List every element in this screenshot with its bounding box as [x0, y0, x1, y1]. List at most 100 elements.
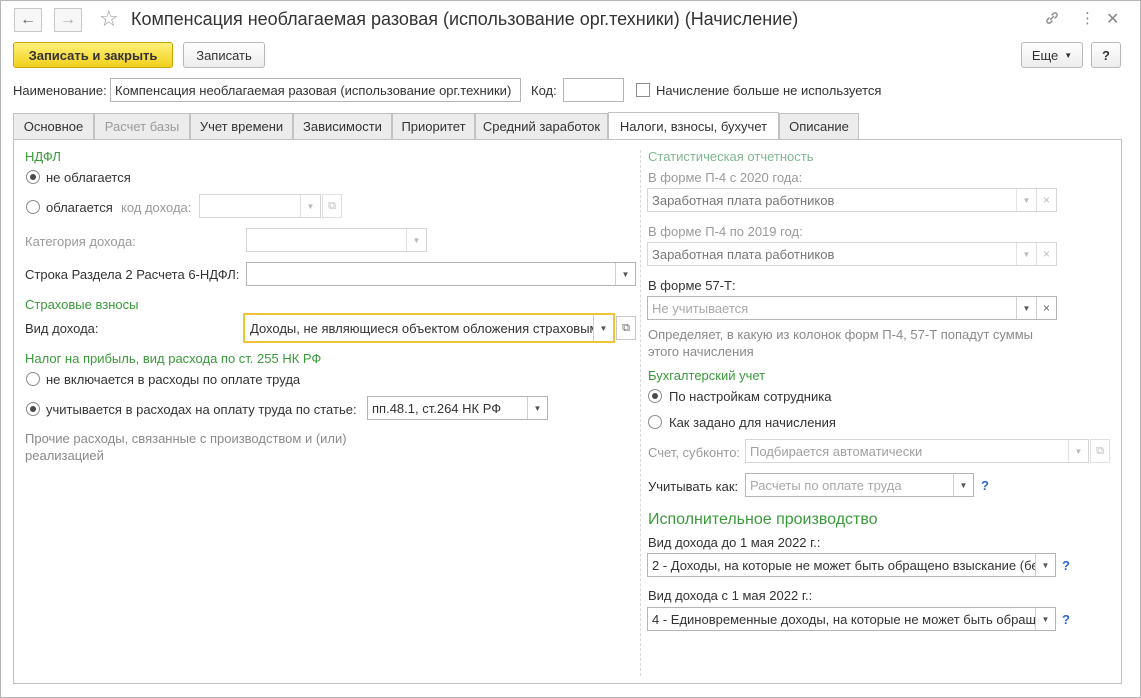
- taxed-label: облагается: [46, 200, 113, 215]
- back-button[interactable]: ←: [14, 8, 42, 32]
- chevron-down-icon[interactable]: ▼: [1068, 440, 1088, 462]
- arrow-right-icon: →: [60, 11, 76, 28]
- tab-priority[interactable]: Приоритет: [392, 113, 475, 139]
- p4-2019-select[interactable]: Заработная плата работников ▼ ×: [647, 242, 1057, 266]
- as-set-radio[interactable]: [648, 415, 662, 429]
- tab-average-earnings[interactable]: Средний заработок: [475, 113, 608, 139]
- chevron-down-icon[interactable]: ▼: [1016, 243, 1036, 265]
- article-select[interactable]: пп.48.1, ст.264 НК РФ ▼: [367, 396, 548, 420]
- before-value: 2 - Доходы, на которые не может быть обр…: [652, 557, 1035, 573]
- f57t-placeholder: Не учитывается: [652, 300, 749, 316]
- tab-time-accounting[interactable]: Учет времени: [190, 113, 293, 139]
- chevron-down-icon[interactable]: ▼: [1035, 608, 1055, 630]
- not-included-radio[interactable]: [26, 372, 40, 386]
- chevron-down-icon[interactable]: ▼: [1035, 554, 1055, 576]
- chevron-down-icon[interactable]: ▼: [527, 397, 547, 419]
- not-taxed-radio[interactable]: [26, 170, 40, 184]
- after-select[interactable]: 4 - Единовременные доходы, на которые не…: [647, 607, 1056, 631]
- code-input[interactable]: [563, 78, 624, 102]
- insurance-section-title: Страховые взносы: [25, 297, 139, 312]
- p4-2020-value: Заработная плата работников: [652, 192, 835, 208]
- chevron-down-icon[interactable]: ▼: [593, 315, 613, 341]
- accounting-section-title: Бухгалтерский учет: [648, 368, 766, 383]
- before-select[interactable]: 2 - Доходы, на которые не может быть обр…: [647, 553, 1056, 577]
- other-expenses-note: Прочие расходы, связанные с производство…: [25, 431, 347, 463]
- help-icon[interactable]: ?: [981, 478, 989, 493]
- link-icon[interactable]: [1044, 10, 1060, 30]
- before-label: Вид дохода до 1 мая 2022 г.:: [648, 535, 821, 550]
- enforcement-section-title: Исполнительное производство: [648, 511, 878, 528]
- close-icon[interactable]: ✕: [1106, 9, 1119, 29]
- clear-icon[interactable]: ×: [1036, 297, 1056, 319]
- taxed-radio[interactable]: [26, 200, 40, 214]
- income-category-label: Категория дохода:: [25, 234, 136, 249]
- open-icon[interactable]: ⧉: [322, 194, 342, 218]
- not-taxed-label: не облагается: [46, 170, 131, 185]
- account-as-label: Учитывать как:: [648, 479, 739, 494]
- chevron-down-icon[interactable]: ▼: [1016, 189, 1036, 211]
- income-category-select[interactable]: ▼: [246, 228, 427, 252]
- tab-dependencies[interactable]: Зависимости: [293, 113, 392, 139]
- p4-2019-value: Заработная плата работников: [652, 246, 835, 262]
- as-set-label: Как задано для начисления: [669, 415, 836, 430]
- more-label: Еще: [1031, 47, 1059, 63]
- chevron-down-icon[interactable]: ▼: [406, 229, 426, 251]
- tab-main[interactable]: Основное: [13, 113, 94, 139]
- chevron-down-icon[interactable]: ▼: [300, 195, 320, 217]
- income-code-label: код дохода:: [121, 200, 192, 215]
- p4-2019-label: В форме П-4 по 2019 год:: [648, 224, 803, 239]
- income-type-select[interactable]: Доходы, не являющиеся объектом обложения…: [243, 313, 615, 343]
- by-employee-radio[interactable]: [648, 389, 662, 403]
- ndfl-section-title: НДФЛ: [25, 149, 61, 164]
- help-icon[interactable]: ?: [1062, 558, 1070, 573]
- article-value: пп.48.1, ст.264 НК РФ: [372, 400, 502, 416]
- after-value: 4 - Единовременные доходы, на которые не…: [652, 611, 1035, 627]
- window-title: Компенсация необлагаемая разовая (исполь…: [131, 9, 799, 29]
- star-icon[interactable]: ☆: [99, 6, 119, 32]
- income-type-value: Доходы, не являющиеся объектом обложения…: [250, 320, 593, 336]
- tab-description[interactable]: Описание: [779, 113, 859, 139]
- save-and-close-button[interactable]: Записать и закрыть: [13, 42, 173, 68]
- open-icon[interactable]: ⧉: [616, 316, 636, 340]
- chevron-down-icon[interactable]: ▼: [1016, 297, 1036, 319]
- help-button[interactable]: ?: [1091, 42, 1121, 68]
- chevron-down-icon[interactable]: ▼: [953, 474, 973, 496]
- help-icon[interactable]: ?: [1062, 612, 1070, 627]
- save-button[interactable]: Записать: [183, 42, 265, 68]
- code-label: Код:: [531, 83, 557, 98]
- included-label: учитывается в расходах на оплату труда п…: [46, 402, 357, 417]
- account-placeholder: Подбирается автоматически: [750, 443, 923, 459]
- name-input[interactable]: Компенсация необлагаемая разовая (исполь…: [110, 78, 521, 102]
- not-included-label: не включается в расходы по оплате труда: [46, 372, 301, 387]
- account-label: Счет, субконто:: [648, 445, 741, 460]
- stat-note: Определяет, в какую из колонок форм П-4,…: [648, 327, 1034, 359]
- more-button[interactable]: Еще ▼: [1021, 42, 1083, 68]
- f57t-select[interactable]: Не учитывается ▼ ×: [647, 296, 1057, 320]
- unused-checkbox[interactable]: [636, 83, 650, 97]
- income-code-select[interactable]: ▼: [199, 194, 321, 218]
- clear-icon[interactable]: ×: [1036, 243, 1056, 265]
- line-6ndfl-label: Строка Раздела 2 Расчета 6-НДФЛ:: [25, 267, 240, 282]
- p4-2020-select[interactable]: Заработная плата работников ▼ ×: [647, 188, 1057, 212]
- tab-base-calc[interactable]: Расчет базы: [94, 113, 190, 139]
- income-type-label: Вид дохода:: [25, 321, 99, 336]
- open-icon[interactable]: ⧉: [1090, 439, 1110, 463]
- more-vertical-icon[interactable]: ⋮: [1080, 9, 1095, 27]
- tab-taxes[interactable]: Налоги, взносы, бухучет: [608, 112, 779, 139]
- caret-down-icon: ▼: [1064, 50, 1073, 60]
- account-select[interactable]: Подбирается автоматически ▼: [745, 439, 1089, 463]
- account-as-select[interactable]: Расчеты по оплате труда ▼: [745, 473, 974, 497]
- forward-button[interactable]: →: [54, 8, 82, 32]
- p4-2020-label: В форме П-4 с 2020 года:: [648, 170, 803, 185]
- stat-section-title: Статистическая отчетность: [648, 149, 814, 164]
- clear-icon[interactable]: ×: [1036, 189, 1056, 211]
- profit-tax-section-title: Налог на прибыль, вид расхода по ст. 255…: [25, 351, 322, 366]
- name-label: Наименование:: [13, 83, 107, 98]
- chevron-down-icon[interactable]: ▼: [615, 263, 635, 285]
- included-radio[interactable]: [26, 402, 40, 416]
- after-label: Вид дохода с 1 мая 2022 г.:: [648, 588, 813, 603]
- by-employee-label: По настройкам сотрудника: [669, 389, 832, 404]
- unused-label: Начисление больше не используется: [656, 83, 882, 98]
- column-divider: [640, 150, 641, 676]
- line-6ndfl-select[interactable]: ▼: [246, 262, 636, 286]
